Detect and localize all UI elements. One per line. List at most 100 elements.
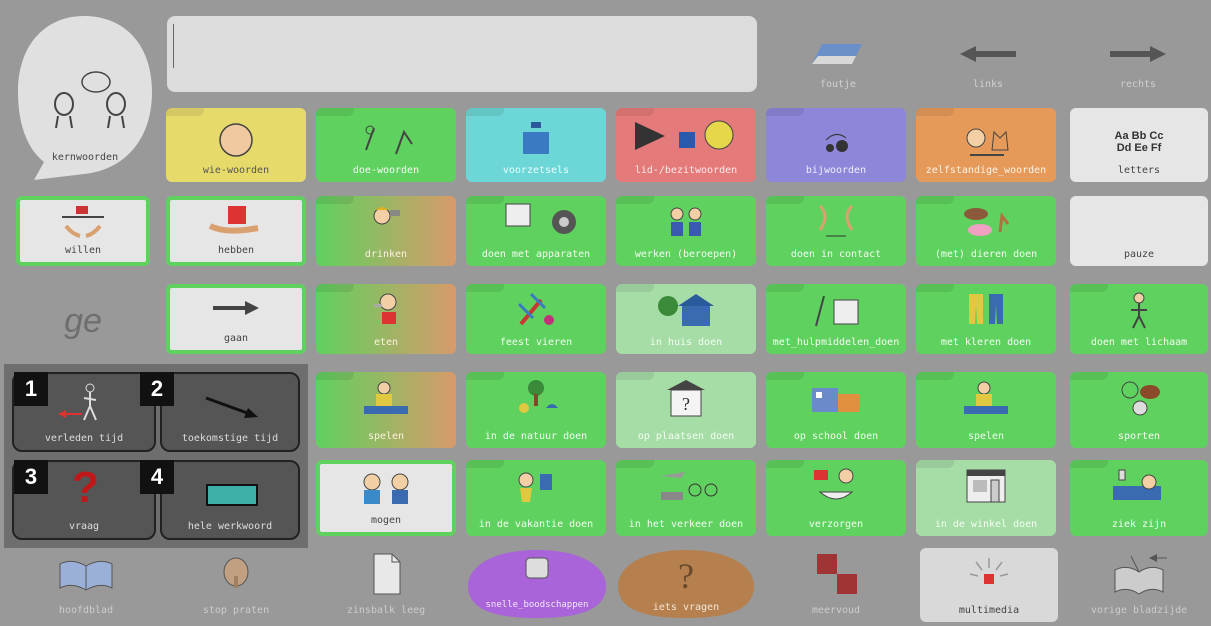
vorige-bladzijde-label: vorige bladzijde [1090,605,1188,616]
foutje-label: foutje [819,79,857,90]
zelfstandige-woorden-tab[interactable]: zelfstandige_woorden [916,108,1056,182]
wie-woorden-label: wie-woorden [202,165,270,176]
meervoud-button[interactable]: meervoud [766,550,906,622]
feest-label: feest vieren [499,337,573,348]
badge-2: 2 [140,372,174,406]
werken-tab[interactable]: werken (beroepen) [616,196,756,266]
eten-tab[interactable]: eten [316,284,456,354]
spelen-tab-1[interactable]: spelen [316,372,456,448]
foutje-button[interactable]: foutje [770,36,906,96]
lid-bezitwoorden-label: lid-/bezitwoorden [634,165,738,176]
vakantie-tab[interactable]: in de vakantie doen [466,460,606,536]
zinsbalk-leeg-label: zinsbalk leeg [346,605,426,616]
plaatsen-tab[interactable]: ? op plaatsen doen [616,372,756,448]
person-eating-icon [374,293,397,324]
vorige-bladzijde-button[interactable]: vorige bladzijde [1070,550,1208,622]
walking-past-icon [58,383,97,421]
letters-label: letters [1117,165,1161,176]
meervoud-label: meervoud [811,605,861,616]
iets-vragen-button[interactable]: ? iets vragen [616,546,756,622]
verzorgen-tab[interactable]: verzorgen [766,460,906,536]
multimedia-button[interactable]: multimedia [920,548,1058,622]
lichaam-tab[interactable]: doen met lichaam [1070,284,1208,354]
drinken-tab[interactable]: drinken [316,196,456,266]
snelle-boodschappen-button[interactable]: snelle_boodschappen [466,546,608,622]
verkeer-tab[interactable]: in het verkeer doen [616,460,756,536]
multimedia-icon [969,558,1009,584]
traffic-icon [661,472,718,500]
lichaam-label: doen met lichaam [1090,337,1188,348]
apparaten-tab[interactable]: doen met apparaten [466,196,606,266]
question-building-icon: ? [667,380,705,417]
bijwoorden-tab[interactable]: bijwoorden [766,108,906,182]
stop-praten-button[interactable]: stop praten [166,550,306,622]
hands-receive-icon [62,206,104,238]
hebben-button[interactable]: hebben [166,196,306,266]
rectangle-icon [206,484,258,506]
arrow-left-icon [960,46,1016,62]
voorzetsels-tab[interactable]: voorzetsels [466,108,606,182]
ge-label: ge [64,301,102,340]
voorzetsels-label: voorzetsels [502,165,570,176]
badge-3: 3 [14,460,48,494]
person-drinking-icon [373,207,400,225]
open-book-icon [59,560,113,591]
wie-woorden-tab[interactable]: wie-woorden [166,108,306,182]
sick-in-bed-icon [1113,469,1161,500]
ge-prefix-button[interactable]: ge [16,286,150,356]
hoofdblad-button[interactable]: hoofdblad [16,550,156,622]
links-button[interactable]: links [920,36,1056,96]
dots-icon [825,134,848,152]
hulpmiddelen-tab[interactable]: met_hulpmiddelen_doen [766,284,906,354]
school-tab[interactable]: op school doen [766,372,906,448]
huis-label: in huis doen [649,337,723,348]
workers-icon [670,207,702,236]
toekomstige-tijd-button[interactable]: toekomstige tijd [160,372,300,452]
natuur-tab[interactable]: in de natuur doen [466,372,606,448]
child-playing-icon [964,381,1008,414]
toekomstige-tijd-label: toekomstige tijd [181,433,279,444]
plural-squares-icon [817,554,857,594]
gaan-button[interactable]: gaan [166,284,306,354]
hele-werkwoord-button[interactable]: hele werkwoord [160,460,300,540]
spelen-tab-2[interactable]: spelen [916,372,1056,448]
multimedia-label: multimedia [958,605,1020,616]
kernwoorden-button[interactable]: kernwoorden [14,12,156,184]
bijwoorden-label: bijwoorden [805,165,867,176]
letters-line-1: Aa Bb Cc [1114,130,1164,142]
sports-balls-icon [1121,381,1160,416]
sentence-bar[interactable] [167,16,757,92]
iets-vragen-label: iets vragen [652,602,720,613]
letters-button[interactable]: Aa Bb Cc Dd Ee Ff letters [1070,108,1208,182]
willen-button[interactable]: willen [16,196,150,266]
mogen-button[interactable]: mogen [316,460,456,536]
kleren-tab[interactable]: met kleren doen [916,284,1056,354]
feest-tab[interactable]: feest vieren [466,284,606,354]
winkel-tab[interactable]: in de winkel doen [916,460,1056,536]
shapes-icon [635,120,734,150]
pauze-button[interactable]: pauze [1070,196,1208,266]
camera-icon [505,203,576,234]
zinsbalk-leeg-button[interactable]: zinsbalk leeg [316,550,456,622]
lid-bezitwoorden-tab[interactable]: lid-/bezitwoorden [616,108,756,182]
ziek-label: ziek zijn [1111,519,1167,530]
party-icon [517,292,554,326]
holiday-icon [518,472,552,502]
rechts-button[interactable]: rechts [1070,36,1206,96]
huis-tab[interactable]: in huis doen [616,284,756,354]
letters-line-2: Dd Ee Ff [1116,142,1162,154]
badge-4: 4 [140,460,174,494]
links-label: links [972,79,1004,90]
ziek-tab[interactable]: ziek zijn [1070,460,1208,536]
verkeer-label: in het verkeer doen [628,519,744,530]
sporten-label: sporten [1117,431,1161,442]
vakantie-label: in de vakantie doen [478,519,594,530]
snelle-boodschappen-label: snelle_boodschappen [485,600,589,610]
sporten-tab[interactable]: sporten [1070,372,1208,448]
animals-icon [964,208,1010,236]
contact-tab[interactable]: doen in contact [766,196,906,266]
badge-1: 1 [14,372,48,406]
stop-praten-label: stop praten [202,605,270,616]
dieren-tab[interactable]: (met) dieren doen [916,196,1056,266]
doe-woorden-tab[interactable]: doe-woorden [316,108,456,182]
